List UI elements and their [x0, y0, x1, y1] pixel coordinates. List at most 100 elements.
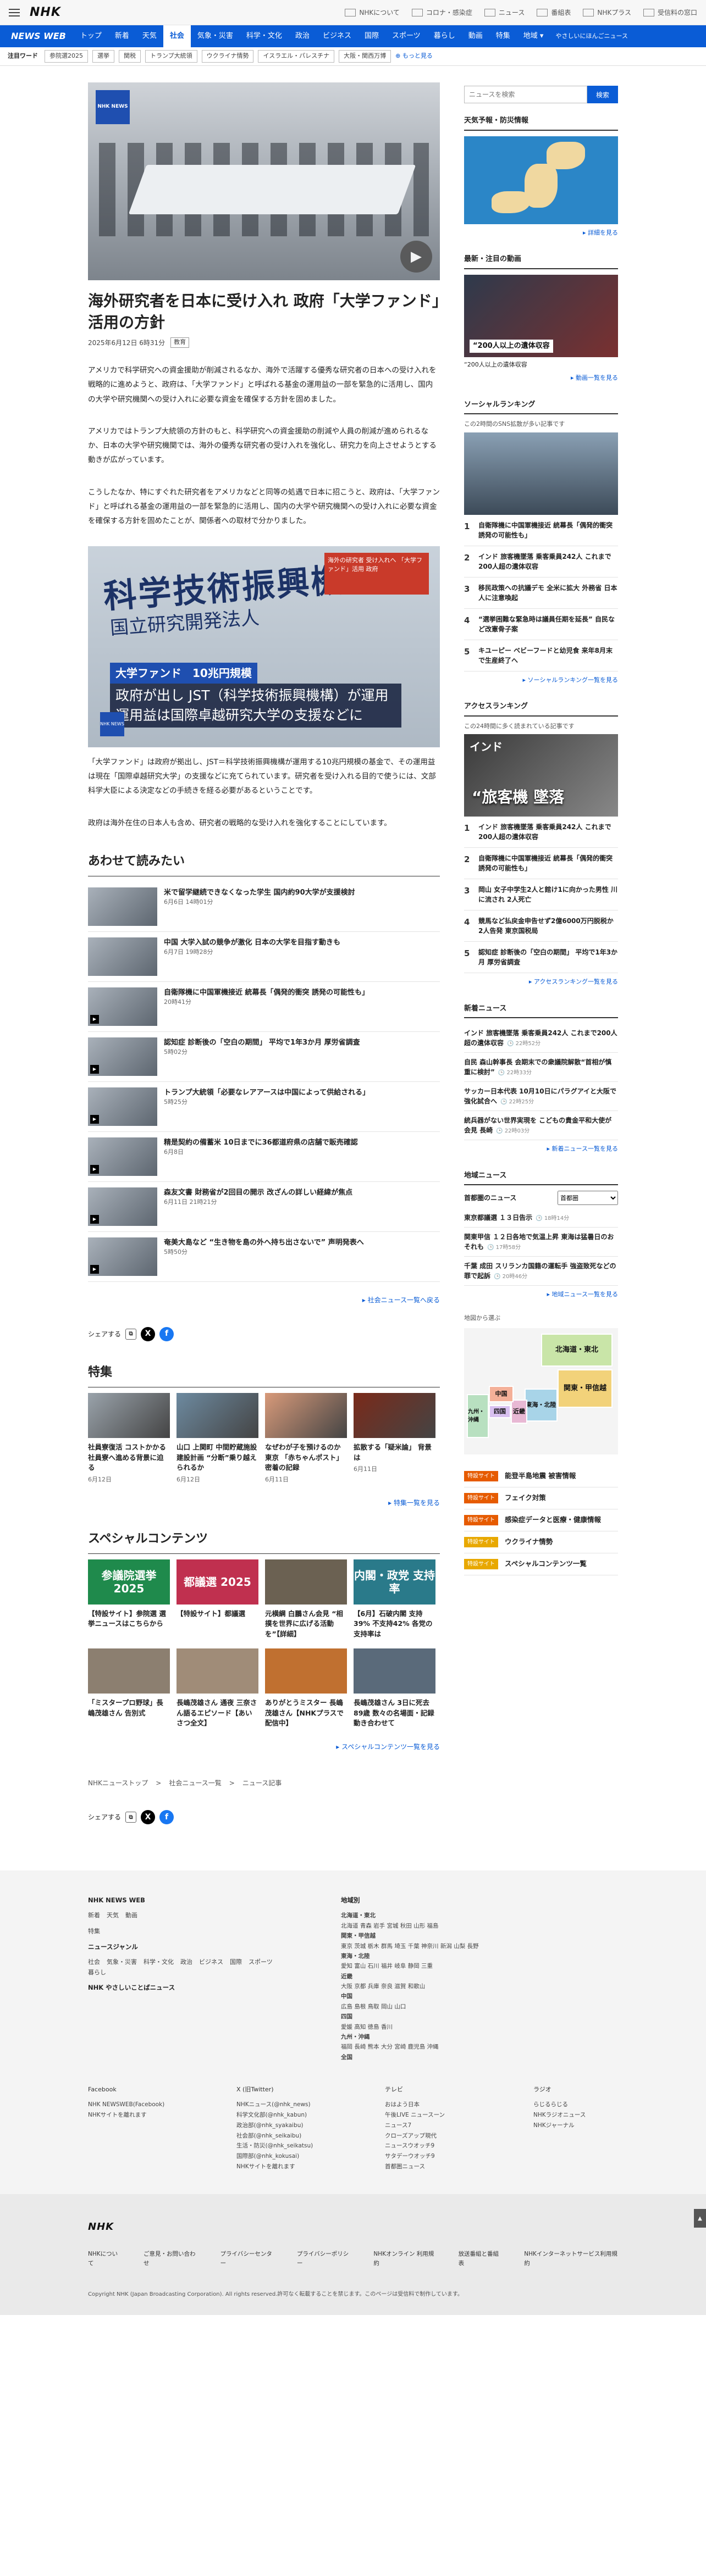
news-item[interactable]: インド 旅客機墜落 乗客乗員242人 これまで200人超の遺体収容 🕒 22時52…: [464, 1024, 618, 1053]
ranking-item[interactable]: 5 認知症 診断後の「空白の期間」 平均で1年3か月 厚労省調査: [464, 942, 618, 973]
related-item[interactable]: ▶ 森友文書 財務省が2回目の開示 改ざんの詳しい経緯が焦点 6月11日 21時21…: [88, 1182, 440, 1232]
feature-card[interactable]: なぜわが子を預けるのか 東京 「赤ちゃんポスト」 密着の記録 6月11日: [265, 1392, 347, 1485]
footer-region-row[interactable]: 愛知 富山 石川 福井 岐阜 静岡 三重: [341, 1961, 500, 1971]
special-card[interactable]: 参議院選挙 2025 【特設サイト】参院選 選挙ニュースはこちらから: [88, 1559, 170, 1640]
nav-item[interactable]: 国際: [358, 25, 385, 47]
footer-sns-link[interactable]: NHKジャーナル: [533, 2120, 627, 2131]
weather-map[interactable]: [464, 136, 618, 224]
footer-sns-link[interactable]: NHKサイトを離れます: [88, 2110, 181, 2120]
special-link[interactable]: 特設サイト 感染症データと医療・健康情報: [464, 1509, 618, 1531]
related-item[interactable]: ▶ トランプ大統領「必要なレアアースは中国によって供給される」 5時25分: [88, 1082, 440, 1132]
ranking-item[interactable]: 1 自衛隊機に中国軍機接近 統幕長「偶発的衝突 誘発の可能性も」: [464, 515, 618, 546]
nav-item[interactable]: トップ: [74, 25, 108, 47]
region-kinki[interactable]: 近畿: [511, 1400, 527, 1424]
trend-tag[interactable]: 関税: [119, 50, 141, 63]
footer-region-row[interactable]: 中国: [341, 1991, 500, 2001]
footer-region-row[interactable]: 関東・甲信越: [341, 1931, 500, 1941]
footer-region-row[interactable]: 東京 茨城 栃木 群馬 埼玉 千葉 神奈川 新潟 山梨 長野: [341, 1941, 500, 1951]
news-web-brand[interactable]: NEWS WEB: [11, 30, 66, 43]
header-link[interactable]: ニュース: [484, 8, 525, 18]
footer-genre[interactable]: 気象・災害: [107, 1957, 137, 1968]
region-chugoku[interactable]: 中国: [489, 1386, 514, 1402]
footer-sns-link[interactable]: サタデーウオッチ9: [385, 2151, 478, 2162]
nav-item[interactable]: 政治: [289, 25, 316, 47]
footer-region-row[interactable]: 福岡 長崎 熊本 大分 宮崎 鹿児島 沖縄: [341, 2042, 500, 2052]
search-button[interactable]: 検索: [587, 86, 618, 103]
footer-genre-heading[interactable]: ニュースジャンル: [88, 1942, 280, 1952]
footer-genre[interactable]: 社会: [88, 1957, 100, 1968]
trend-tag[interactable]: 参院選2025: [45, 50, 88, 63]
news-item[interactable]: 統兵器がない世界実現を こどもの貴金平和大使が会見 長崎 🕒 22時03分: [464, 1111, 618, 1140]
weather-more-link[interactable]: ▸ 詳細を見る: [464, 229, 618, 238]
footer-nav-item[interactable]: 特集: [88, 1927, 100, 1937]
easy-japanese-link[interactable]: やさしいにほんご ニュース: [550, 25, 633, 47]
social-ranking-image[interactable]: [464, 432, 618, 515]
x-share-icon[interactable]: X: [141, 1326, 156, 1341]
nav-item[interactable]: 特集: [489, 25, 517, 47]
special-card[interactable]: 都議選 2025 【特設サイト】都議選: [176, 1559, 258, 1640]
footer-region-row[interactable]: 大阪 京都 兵庫 奈良 滋賀 和歌山: [341, 1981, 500, 1991]
ranking-item[interactable]: 4 競馬など払戻金申告せず2億6000万円脱税か 2人告発 東京国税局: [464, 911, 618, 942]
footer-sns-link[interactable]: らじるらじる: [533, 2100, 627, 2110]
header-link[interactable]: NHKについて: [345, 8, 400, 18]
footer-sns-link[interactable]: 首都圏ニュース: [385, 2162, 478, 2172]
nav-item[interactable]: ビジネス: [316, 25, 358, 47]
footer-region-row[interactable]: 東海・北陸: [341, 1951, 500, 1961]
footer-nav-item[interactable]: 天気: [107, 1911, 119, 1921]
related-item[interactable]: 中国 大学入試の競争が激化 日本の大学を目指す動きも 6月7日 19時28分: [88, 932, 440, 982]
special-card[interactable]: 長嶋茂雄さん 3日に死去 89歳 数々の名場面・記録 動き合わせて: [354, 1648, 435, 1729]
special-link[interactable]: 特設サイト ウクライナ情勢: [464, 1531, 618, 1553]
nhk-logo[interactable]: NHK: [30, 3, 61, 21]
special-link[interactable]: 特設サイト フェイク対策: [464, 1487, 618, 1509]
footer-sns-link[interactable]: ニュース7: [385, 2120, 478, 2131]
footer-bottom-link[interactable]: NHKについて: [88, 2250, 122, 2268]
footer-sns-link[interactable]: 政治部(@nhk_syakaibu): [236, 2120, 330, 2131]
feature-card[interactable]: 拡散する「疑米論」 背景は 6月11日: [354, 1392, 435, 1485]
footer-genre[interactable]: 国際: [230, 1957, 242, 1968]
header-link[interactable]: 受信料の窓口: [643, 8, 697, 18]
footer-sns-link[interactable]: NHK NEWSWEB(Facebook): [88, 2100, 181, 2110]
footer-region-row[interactable]: 九州・沖縄: [341, 2032, 500, 2042]
footer-sns-link[interactable]: 科学文化部(@nhk_kabun): [236, 2110, 330, 2120]
hero-video[interactable]: NHK NEWS ▶: [88, 82, 440, 280]
header-link[interactable]: NHKプラス: [583, 8, 631, 18]
search-input[interactable]: [464, 86, 587, 103]
news-item[interactable]: 自民 森山幹事長 会期末での衆議院解散“首相が慎重に検討” 🕒 22時33分: [464, 1053, 618, 1082]
region-kyushu[interactable]: 九州・沖縄: [467, 1394, 489, 1438]
related-item[interactable]: ▶ 自衛隊機に中国軍機接近 統幕長「偶発的衝突 誘発の可能性も」 20時41分: [88, 982, 440, 1032]
footer-nav-item[interactable]: 新着: [88, 1911, 100, 1921]
facebook-share-icon[interactable]: f: [159, 1326, 174, 1341]
ranking-item[interactable]: 2 インド 旅客機墜落 乗客乗員242人 これまで200人超の遺体収容: [464, 546, 618, 578]
trend-more-link[interactable]: ⊕ もっと見る: [395, 52, 433, 61]
video-more-link[interactable]: ▸ 動画一覧を見る: [464, 374, 618, 383]
x-share-icon[interactable]: X: [141, 1810, 156, 1825]
trend-tag[interactable]: 大阪・関西万博: [339, 50, 391, 63]
special-card[interactable]: 長嶋茂雄さん 通夜 三奈さん語るエピソード【あいさつ全文】: [176, 1648, 258, 1729]
local-more-link[interactable]: ▸ 地域ニュース一覧を見る: [464, 1290, 618, 1300]
region-hokkaido-tohoku[interactable]: 北海道・東北: [541, 1334, 613, 1367]
footer-region-row[interactable]: 北海道 青森 岩手 宮城 秋田 山形 福島: [341, 1921, 500, 1931]
access-more-link[interactable]: ▸ アクセスランキング一覧を見る: [464, 978, 618, 987]
footer-sns-link[interactable]: おはよう日本: [385, 2100, 478, 2110]
region-kanto[interactable]: 関東・甲信越: [558, 1369, 613, 1408]
footer-region-row[interactable]: 愛媛 高知 徳島 香川: [341, 2022, 500, 2032]
special-link[interactable]: 特設サイト スペシャルコンテンツ一覧: [464, 1553, 618, 1575]
special-link[interactable]: 特設サイト 能登半島地震 被害情報: [464, 1465, 618, 1487]
nav-item[interactable]: 地域 ▾: [517, 25, 550, 47]
footer-logo[interactable]: NHK: [88, 2219, 618, 2234]
special-more-link[interactable]: ▸ スペシャルコンテンツ一覧を見る: [88, 1742, 440, 1752]
special-card[interactable]: ありがとうミスター 長嶋茂雄さん【NHKプラスで配信中】: [265, 1648, 347, 1729]
related-item[interactable]: ▶ 精是契約の備蓄米 10日までに36都道府県の店舗で販売確認 6月8日: [88, 1132, 440, 1182]
footer-bottom-link[interactable]: NHKオンライン 利用規約: [373, 2250, 436, 2268]
footer-easy[interactable]: NHK やさしいことばニュース: [88, 1983, 280, 1992]
footer-genre[interactable]: 科学・文化: [144, 1957, 174, 1968]
play-icon[interactable]: ▶: [400, 241, 432, 273]
special-card[interactable]: 元横綱 白鵬さん会見 “相撲を世界に広げる活動を”【詳細】: [265, 1559, 347, 1640]
menu-icon[interactable]: [9, 8, 20, 16]
footer-sns-link[interactable]: NHKラジオニュース: [533, 2110, 627, 2120]
access-ranking-image[interactable]: インド “旅客機 墜落: [464, 734, 618, 817]
news-item[interactable]: 千葉 成田 スリランカ国籍の運転手 強盗致死などの罪で起訴 🕒 20時46分: [464, 1257, 618, 1286]
header-link[interactable]: 番組表: [537, 8, 571, 18]
nav-item[interactable]: 暮らし: [427, 25, 462, 47]
ranking-item[interactable]: 1 インド 旅客機墜落 乗客乗員242人 これまで200人超の遺体収容: [464, 817, 618, 848]
